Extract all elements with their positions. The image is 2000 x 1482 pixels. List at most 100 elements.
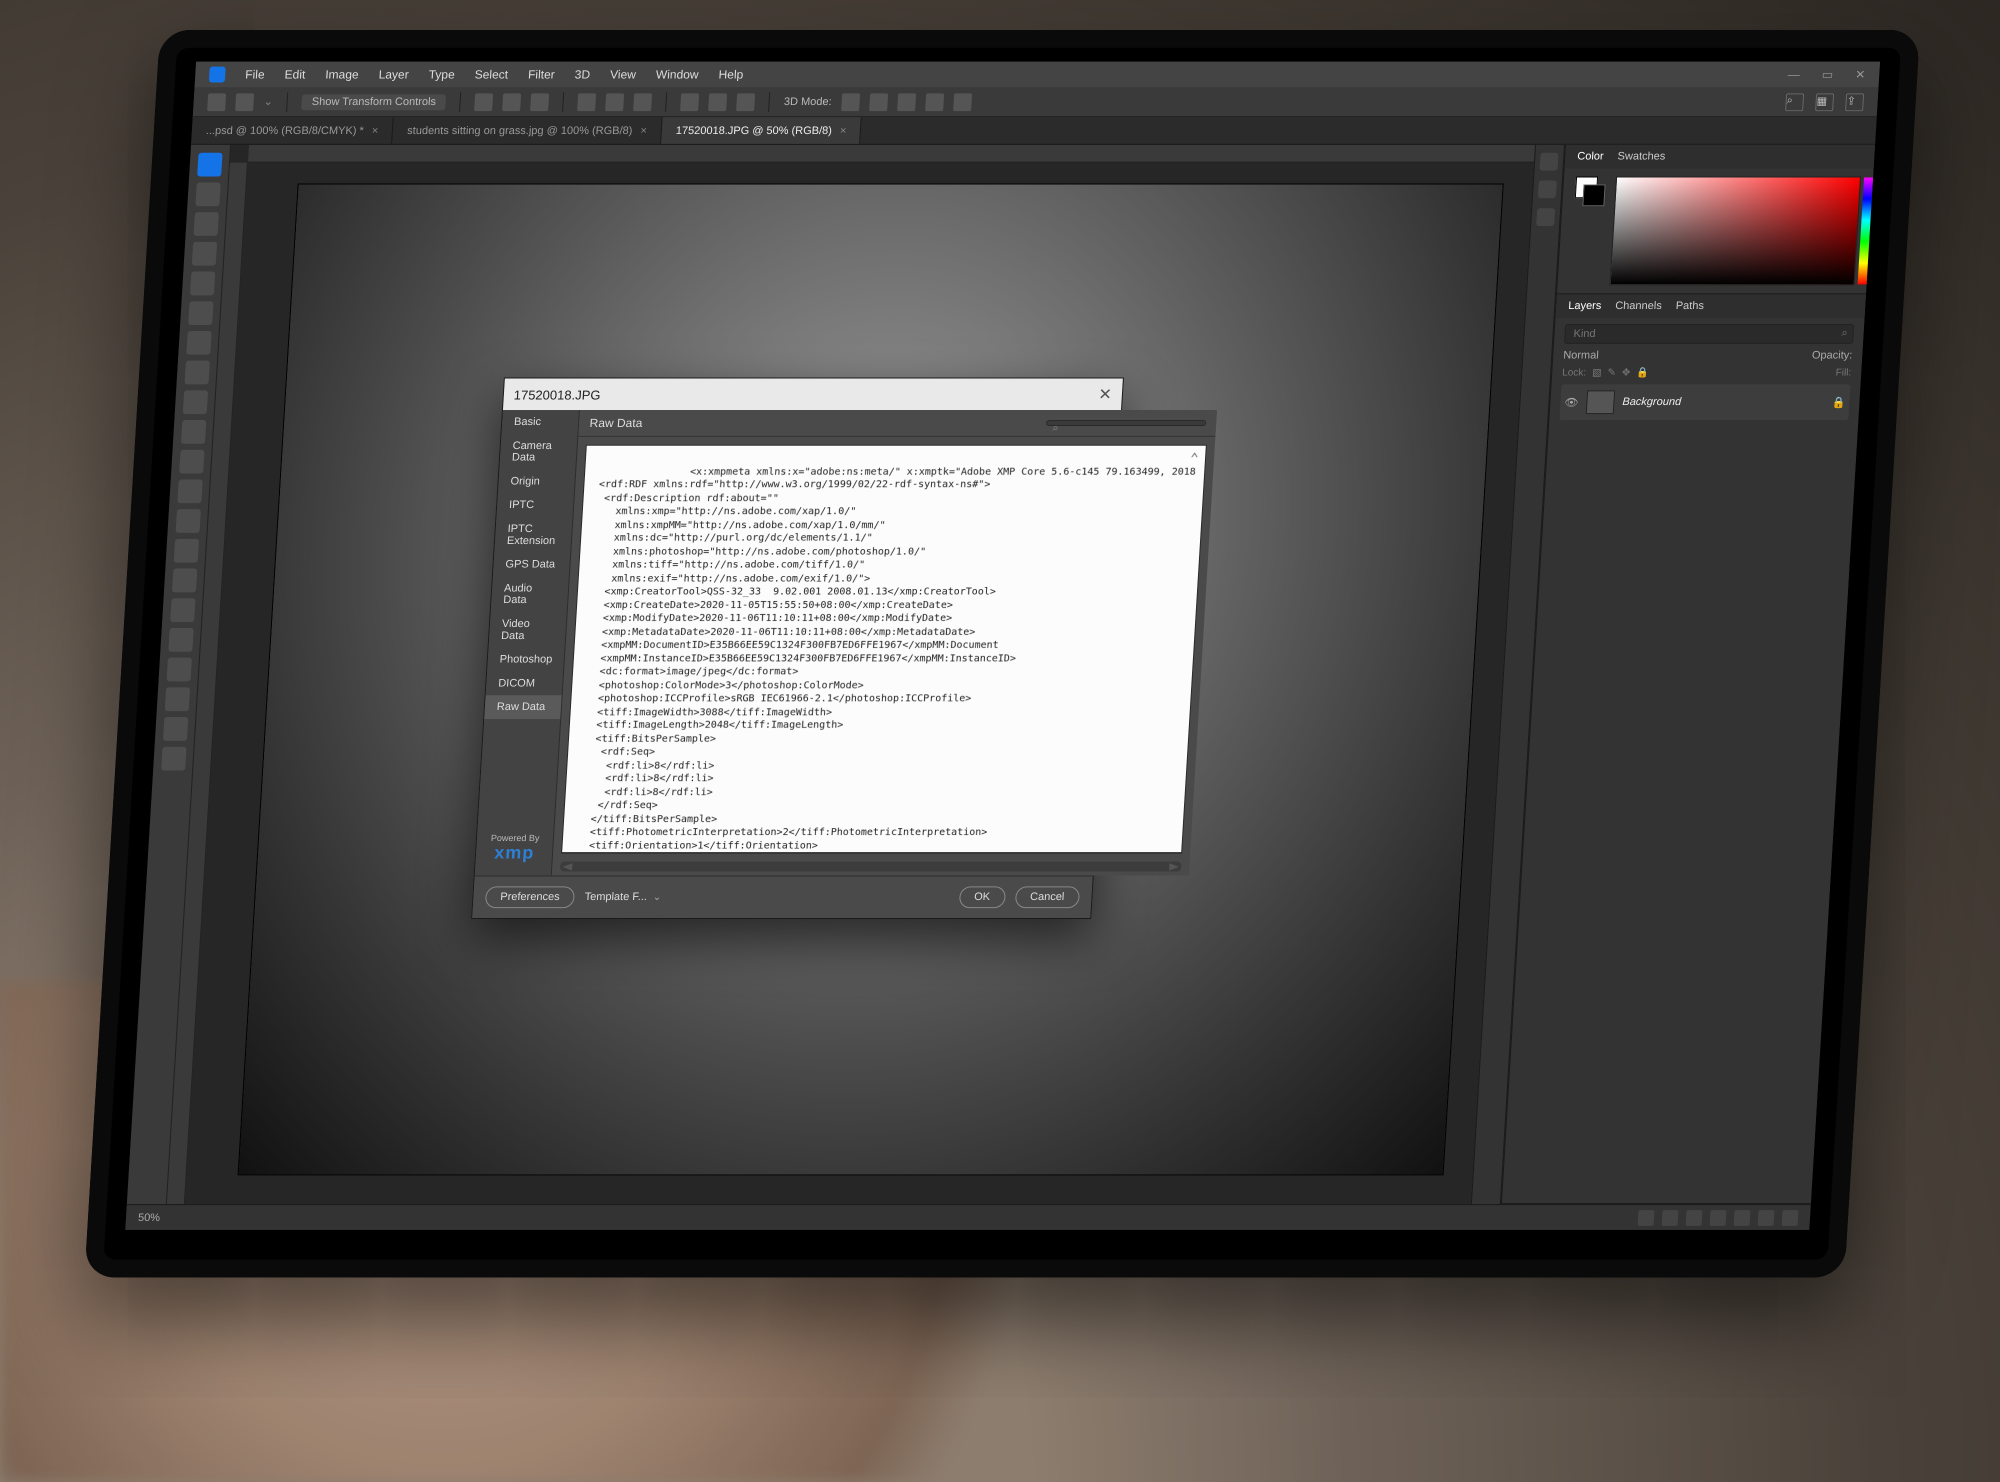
visibility-eye-icon[interactable]: 👁 (1564, 396, 1579, 409)
layer-locked-icon[interactable]: 🔒 (1831, 396, 1845, 409)
window-maximize-icon[interactable]: ▭ (1821, 68, 1833, 82)
3d-rotate-icon[interactable] (841, 93, 860, 111)
menu-3d[interactable]: 3D (574, 68, 590, 82)
menu-select[interactable]: Select (474, 68, 508, 82)
mask-icon[interactable] (1686, 1210, 1703, 1226)
distribute-v-icon[interactable] (708, 93, 727, 111)
shape-tool[interactable] (164, 687, 189, 711)
lock-image-icon[interactable]: ✎ (1607, 368, 1616, 379)
layer-thumbnail[interactable] (1586, 390, 1615, 414)
3d-roll-icon[interactable] (869, 93, 888, 111)
lasso-tool[interactable] (193, 212, 218, 236)
category-raw-data[interactable]: Raw Data (484, 696, 562, 720)
marquee-tool[interactable] (195, 182, 220, 206)
align-top-icon[interactable] (577, 93, 596, 111)
3d-scale-icon[interactable] (953, 93, 972, 111)
blur-tool[interactable] (173, 539, 198, 563)
close-tab-icon[interactable]: × (640, 125, 647, 137)
adjustment-layer-icon[interactable] (1710, 1210, 1727, 1226)
collapsed-panel-icon[interactable] (1538, 180, 1557, 198)
lock-transparent-icon[interactable]: ▧ (1592, 368, 1602, 379)
quick-select-tool[interactable] (191, 242, 216, 266)
category-basic[interactable]: Basic (501, 411, 579, 435)
menu-layer[interactable]: Layer (378, 68, 409, 82)
dialog-titlebar[interactable]: 17520018.JPG ✕ (503, 379, 1123, 411)
color-field[interactable] (1610, 177, 1862, 286)
healing-tool[interactable] (184, 361, 209, 385)
tab-layers[interactable]: Layers (1568, 300, 1602, 312)
align-left-icon[interactable] (474, 93, 493, 111)
delete-layer-icon[interactable] (1782, 1210, 1799, 1226)
template-dropdown[interactable]: Template F... ⌄ (584, 892, 661, 904)
category-iptc[interactable]: IPTC (496, 494, 574, 518)
frame-tool[interactable] (188, 301, 213, 325)
crop-tool[interactable] (189, 272, 214, 296)
eyedropper-tool[interactable] (186, 331, 211, 355)
foreground-background-swatch[interactable] (1574, 177, 1606, 207)
horizontal-scrollbar[interactable] (560, 862, 1181, 872)
align-right-icon[interactable] (530, 93, 549, 111)
align-hcenter-icon[interactable] (502, 93, 521, 111)
align-vcenter-icon[interactable] (605, 93, 624, 111)
category-camera-data[interactable]: Camera Data (499, 434, 578, 470)
cancel-button[interactable]: Cancel (1014, 887, 1080, 909)
history-brush-tool[interactable] (179, 450, 204, 474)
category-origin[interactable]: Origin (498, 470, 576, 494)
pen-tool[interactable] (170, 598, 195, 622)
more-align-icon[interactable] (736, 93, 755, 111)
zoom-level[interactable]: 50% (138, 1212, 161, 1224)
share-icon[interactable]: ⇪ (1845, 93, 1864, 111)
move-tool-icon[interactable] (207, 93, 226, 111)
layer-row[interactable]: 👁 Background 🔒 (1559, 384, 1850, 420)
category-photoshop[interactable]: Photoshop (487, 648, 565, 672)
hue-slider[interactable] (1858, 178, 1874, 285)
clone-stamp-tool[interactable] (180, 420, 205, 444)
category-gps-data[interactable]: GPS Data (493, 553, 571, 577)
align-bottom-icon[interactable] (633, 93, 652, 111)
document-tab-active[interactable]: 17520018.JPG @ 50% (RGB/8) × (661, 117, 862, 144)
menu-edit[interactable]: Edit (284, 68, 306, 82)
category-dicom[interactable]: DICOM (486, 672, 564, 696)
dialog-search-input[interactable] (1046, 420, 1206, 426)
menu-filter[interactable]: Filter (528, 68, 556, 82)
document-tab[interactable]: students sitting on grass.jpg @ 100% (RG… (392, 117, 662, 144)
category-audio-data[interactable]: Audio Data (491, 577, 570, 613)
search-icon[interactable]: ⌕ (1785, 93, 1804, 111)
ruler-horizontal[interactable] (248, 145, 1535, 163)
preferences-button[interactable]: Preferences (485, 887, 576, 909)
menu-image[interactable]: Image (325, 68, 359, 82)
tab-swatches[interactable]: Swatches (1617, 151, 1665, 163)
dodge-tool[interactable] (171, 569, 196, 593)
close-tab-icon[interactable]: × (371, 125, 378, 137)
auto-select-toggle[interactable] (235, 93, 254, 111)
tab-channels[interactable]: Channels (1615, 300, 1662, 312)
tab-paths[interactable]: Paths (1675, 300, 1704, 312)
brush-tool[interactable] (182, 390, 207, 414)
group-icon[interactable] (1734, 1210, 1751, 1226)
link-layers-icon[interactable] (1638, 1210, 1655, 1226)
path-select-tool[interactable] (166, 658, 191, 682)
blend-mode-dropdown[interactable]: Normal (1563, 350, 1599, 362)
lock-all-icon[interactable]: 🔒 (1636, 368, 1649, 379)
3d-drag-icon[interactable] (897, 93, 916, 111)
menu-help[interactable]: Help (718, 68, 744, 82)
menu-window[interactable]: Window (655, 68, 699, 82)
menu-file[interactable]: File (245, 68, 265, 82)
distribute-h-icon[interactable] (680, 93, 699, 111)
document-tab[interactable]: ...psd @ 100% (RGB/8/CMYK) * × (191, 117, 394, 144)
window-close-icon[interactable]: ✕ (1855, 68, 1866, 82)
show-transform-controls-toggle[interactable]: Show Transform Controls (301, 94, 446, 110)
hand-tool[interactable] (162, 717, 187, 741)
lock-position-icon[interactable]: ✥ (1622, 368, 1631, 379)
zoom-tool[interactable] (161, 747, 186, 771)
ok-button[interactable]: OK (958, 887, 1005, 909)
menu-type[interactable]: Type (428, 68, 455, 82)
collapsed-panel-icon[interactable] (1536, 208, 1555, 226)
category-iptc-extension[interactable]: IPTC Extension (494, 517, 573, 553)
category-video-data[interactable]: Video Data (488, 613, 567, 649)
close-tab-icon[interactable]: × (840, 125, 847, 137)
window-minimize-icon[interactable]: — (1787, 68, 1800, 82)
layer-filter-input[interactable] (1564, 324, 1854, 344)
gradient-tool[interactable] (175, 509, 200, 533)
dialog-close-icon[interactable]: ✕ (1098, 385, 1113, 405)
